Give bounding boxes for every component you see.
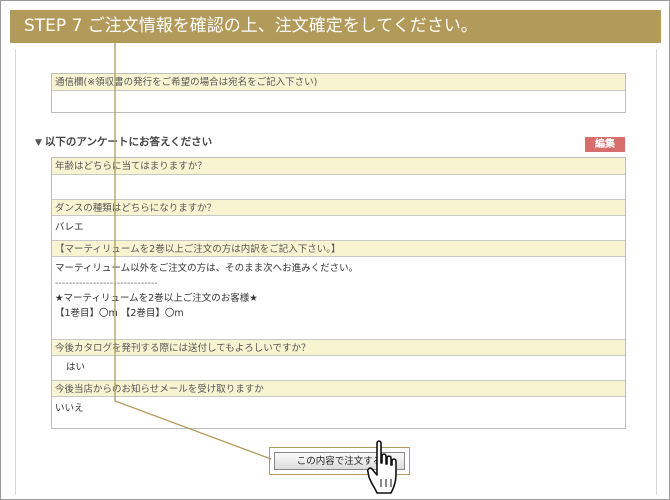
q4-label: 今後カタログを発刊する際には送付してもよろしいですか？ xyxy=(52,339,625,356)
triangle-down-icon: ▼ xyxy=(35,138,42,148)
edit-survey-button[interactable]: 編集 xyxy=(585,137,625,152)
remarks-value xyxy=(52,91,625,112)
remarks-label: 通信欄(※領収書の発行をご希望の場合は宛名をご記入下さい) xyxy=(52,74,625,91)
q3-line: ★マーティリュームを2巻以上ご注文のお客様★ xyxy=(55,293,258,304)
q1-value xyxy=(52,175,625,199)
q2-value: バレエ xyxy=(55,222,84,233)
q3-line: 【1巻目】〇m 【2巻目】〇m xyxy=(55,308,184,319)
q3-line: マーティリューム以外をご注文の方は、そのまま次へお進みください。 xyxy=(55,263,359,274)
q5-label: 今後当店からのお知らせメールを受け取りますか xyxy=(52,380,625,397)
survey-heading: ▼ 以下のアンケートにお答えください xyxy=(35,134,212,149)
survey-box: 年齢はどちらに当てはまりますか？ ダンスの種類はどちらになりますか？ バレエ 【… xyxy=(51,157,626,429)
survey-heading-text: 以下のアンケートにお答えください xyxy=(44,136,213,148)
q3-value: マーティリューム以外をご注文の方は、そのまま次へお進みください。 -------… xyxy=(52,257,625,339)
q3-line: ------------------------------ xyxy=(55,278,158,289)
q3-label: 【マーティリュームを2巻以上ご注文の方は内訳をご記入下さい。】 xyxy=(52,240,625,257)
q1-label: 年齢はどちらに当てはまりますか？ xyxy=(52,158,625,175)
remarks-box: 通信欄(※領収書の発行をご希望の場合は宛名をご記入下さい) xyxy=(51,73,626,113)
q4-value: はい xyxy=(66,362,86,373)
q5-value: いいえ xyxy=(55,403,84,414)
screenshot-frame: 通信欄(※領収書の発行をご希望の場合は宛名をご記入下さい) ▼ 以下のアンケートに… xyxy=(0,0,670,500)
step-banner: STEP 7 ご注文情報を確認の上、注文確定をしてください。 xyxy=(10,10,661,43)
hand-pointer-icon xyxy=(367,440,397,494)
q2-label: ダンスの種類はどちらになりますか？ xyxy=(52,199,625,216)
